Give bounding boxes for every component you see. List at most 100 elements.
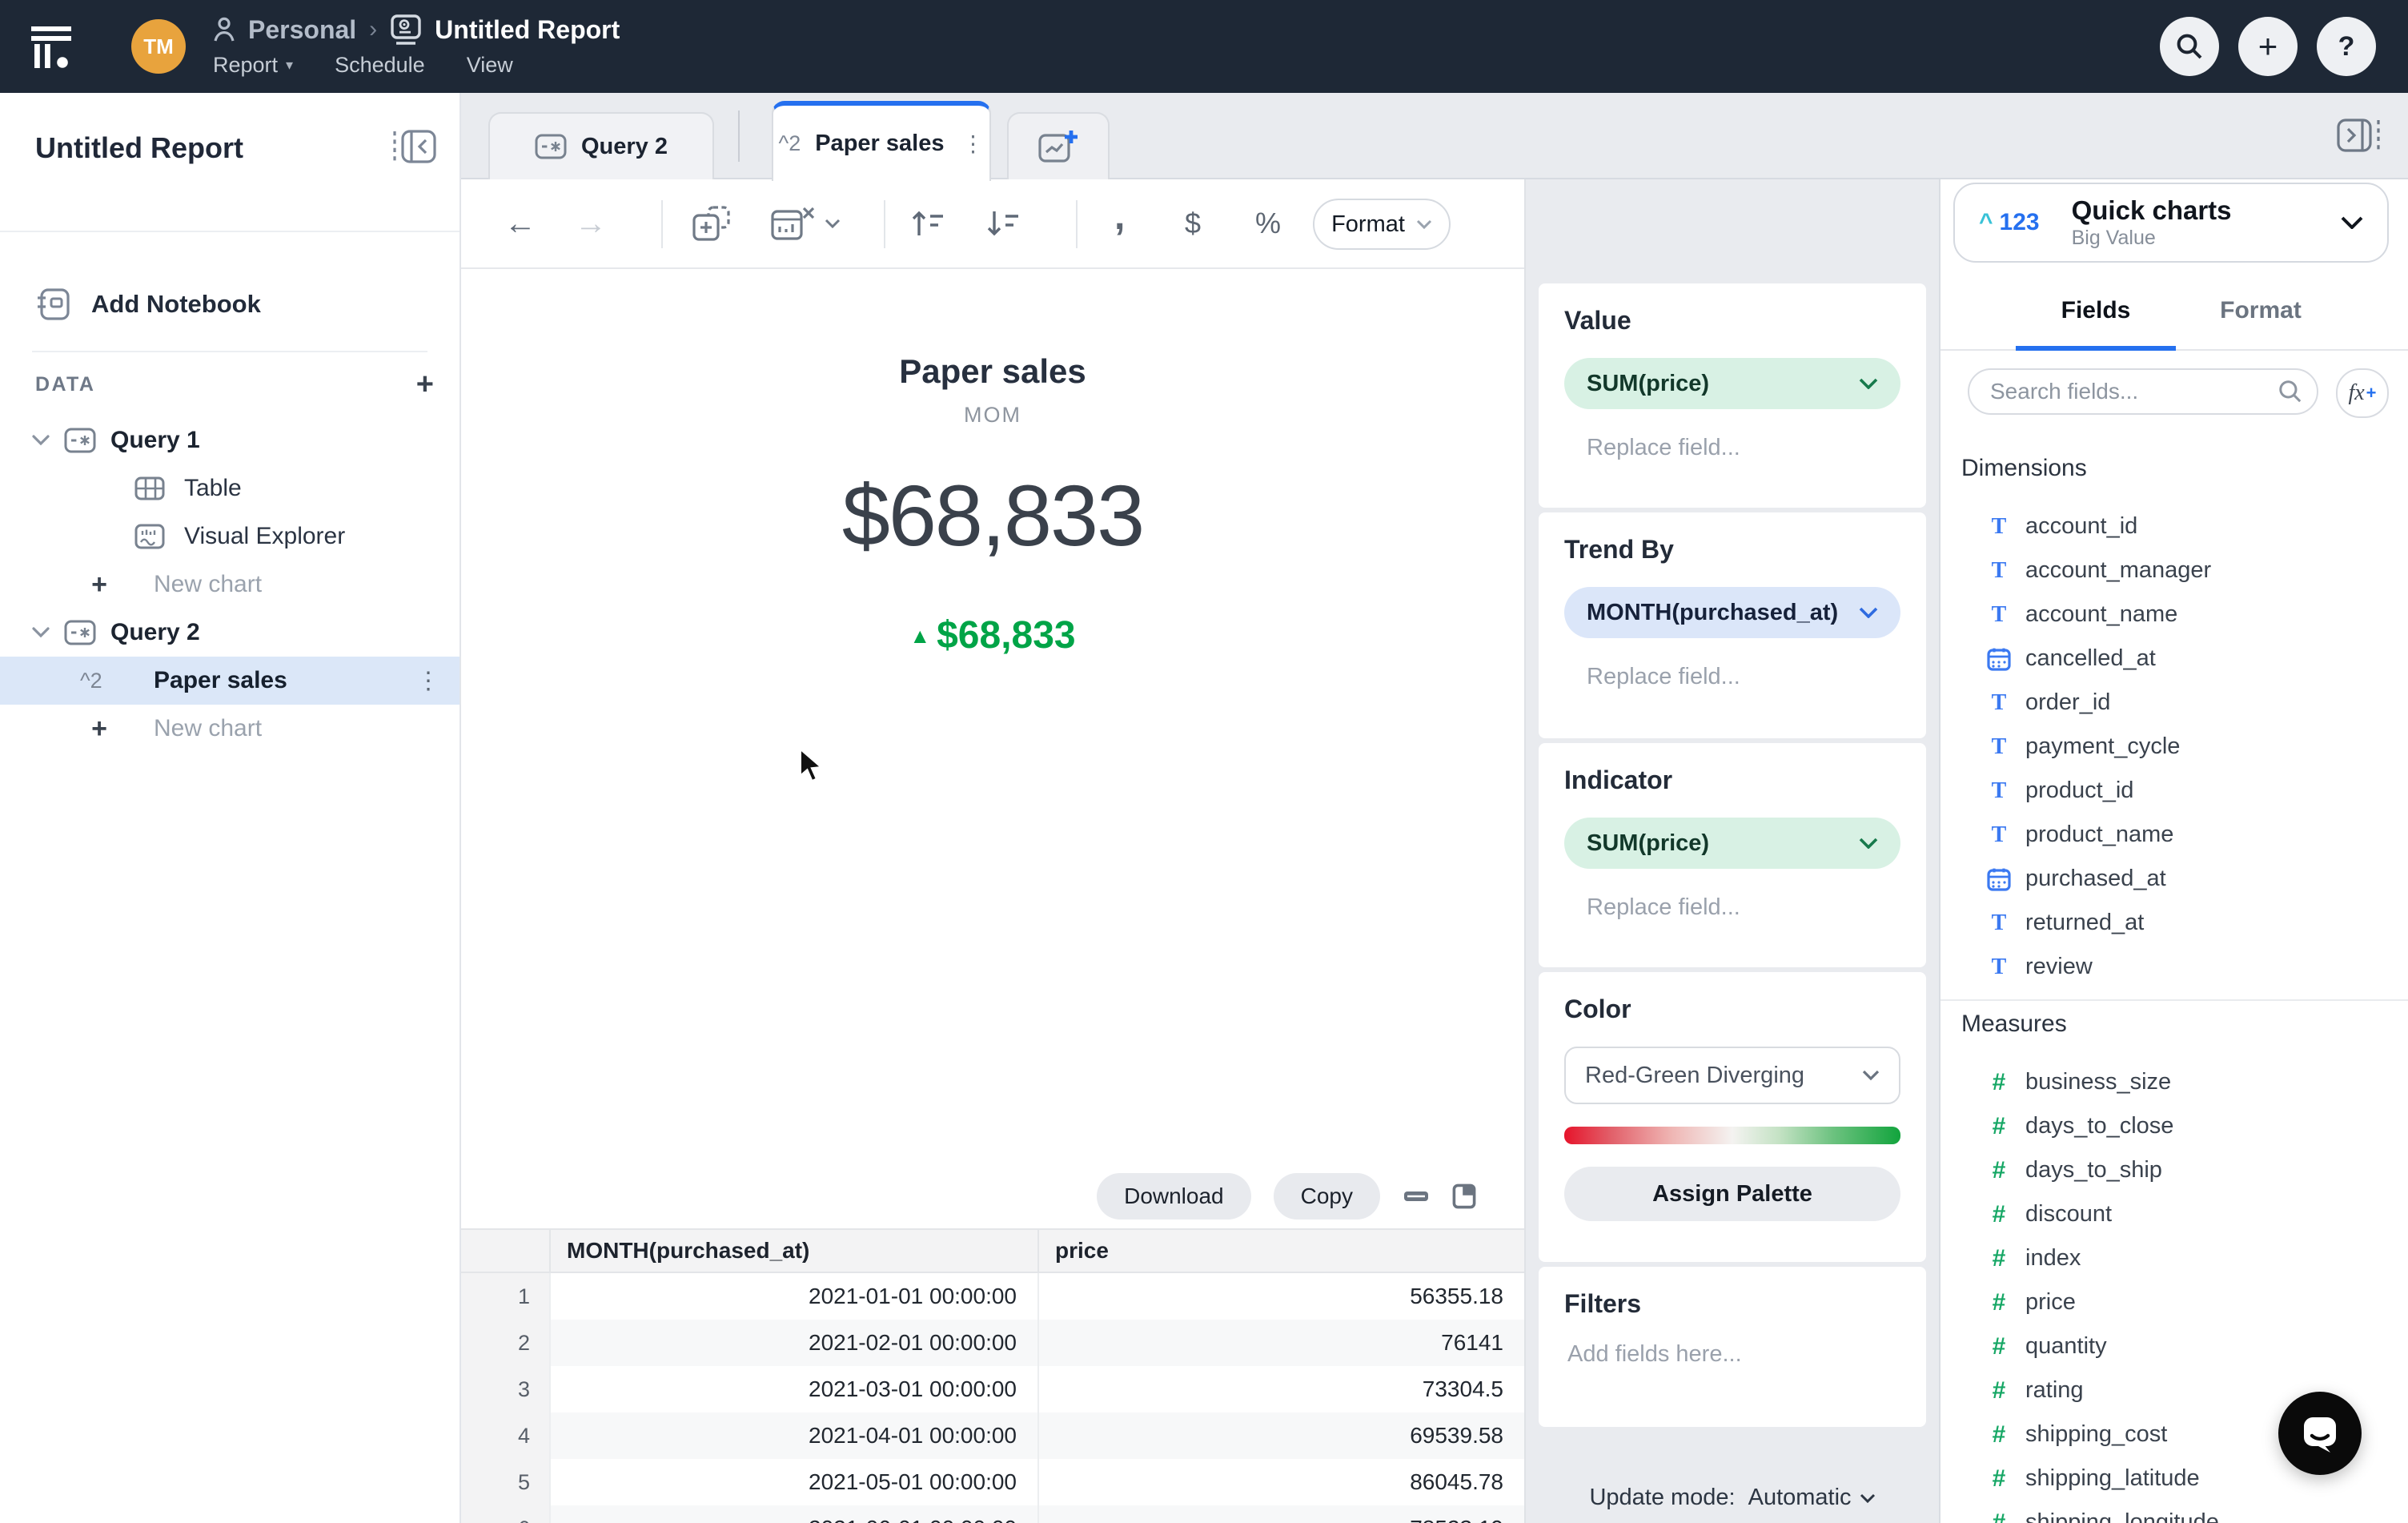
tab-query-2[interactable]: Query 2 — [488, 112, 714, 179]
tree-item-label: Query 1 — [110, 427, 200, 453]
field-item-product_name[interactable]: Tproduct_name — [1940, 813, 2408, 857]
currency-format-button[interactable]: $ — [1185, 179, 1201, 267]
field-item-business_size[interactable]: # business_size — [1940, 1060, 2408, 1104]
tab-format[interactable]: Format — [2181, 269, 2341, 349]
table-row[interactable]: 62021-06-01 00:00:0078523.19 — [461, 1505, 1524, 1523]
search-fields-input[interactable] — [1968, 368, 2318, 415]
sidebar-item-new-chart[interactable]: + New chart — [0, 561, 460, 609]
field-item-returned_at[interactable]: Treturned_at — [1940, 901, 2408, 945]
chevron-down-icon — [1859, 607, 1878, 618]
cell-month: 2021-03-01 00:00:00 — [549, 1366, 1037, 1414]
copy-button[interactable]: Copy — [1273, 1173, 1380, 1220]
add-formula-button[interactable]: fx + — [2336, 368, 2389, 418]
sidebar-item-table[interactable]: Table — [0, 464, 460, 512]
number-field-icon: # — [1992, 1376, 2006, 1404]
filters-card: Filters Add fields here... — [1539, 1267, 1926, 1427]
field-item-discount[interactable]: # discount — [1940, 1192, 2408, 1236]
tab-fields[interactable]: Fields — [2016, 269, 2176, 349]
avatar[interactable]: TM — [131, 19, 186, 74]
format-dropdown[interactable]: Format — [1313, 199, 1451, 250]
tree-item-label: Query 2 — [110, 619, 200, 645]
chat-launcher-button[interactable] — [2278, 1392, 2362, 1475]
sidebar-item-visual-explorer[interactable]: Visual Explorer — [0, 512, 460, 561]
update-mode-dropdown[interactable]: Automatic — [1748, 1485, 1876, 1511]
quick-charts-selector[interactable]: ^ 123 Quick charts Big Value — [1953, 183, 2389, 263]
value-field-pill[interactable]: SUM(price) — [1564, 358, 1900, 409]
indicator-field-pill[interactable]: SUM(price) — [1564, 818, 1900, 869]
sidebar-item-query-1[interactable]: Query 1 — [0, 416, 460, 464]
field-item-days_to_ship[interactable]: # days_to_ship — [1940, 1148, 2408, 1192]
quick-charts-subtitle: Big Value — [2071, 227, 2156, 249]
sidebar-report-title: Untitled Report — [35, 131, 243, 164]
value-replace-field[interactable]: Replace field... — [1564, 435, 1900, 461]
menu-schedule[interactable]: Schedule — [335, 53, 425, 78]
field-item-days_to_close[interactable]: # days_to_close — [1940, 1104, 2408, 1148]
filters-add-fields[interactable]: Add fields here... — [1564, 1341, 1900, 1368]
sidebar-item-paper-sales[interactable]: ^2 Paper sales ⋮ — [0, 657, 460, 705]
collapse-right-panel-button[interactable] — [2336, 117, 2382, 160]
indicator-replace-field[interactable]: Replace field... — [1564, 894, 1900, 921]
tree-item-label: Visual Explorer — [184, 523, 346, 549]
collapse-sidebar-button[interactable] — [391, 128, 437, 171]
field-item-index[interactable]: # index — [1940, 1236, 2408, 1280]
field-item-review[interactable]: Treview — [1940, 945, 2408, 989]
breadcrumb-workspace[interactable]: Personal — [248, 15, 356, 45]
question-icon: ? — [2338, 30, 2355, 62]
field-name: payment_cycle — [2025, 733, 2181, 759]
sidebar-item-new-chart[interactable]: + New chart — [0, 705, 460, 753]
field-item-cancelled_at[interactable]: cancelled_at — [1940, 637, 2408, 681]
table-row[interactable]: 2 2021-02-01 00:00:00 76141 — [461, 1320, 1524, 1368]
table-row[interactable]: 1 2021-01-01 00:00:00 56355.18 — [461, 1273, 1524, 1321]
menu-view[interactable]: View — [467, 53, 513, 78]
kebab-icon[interactable]: ⋮ — [416, 667, 440, 695]
percent-format-button[interactable]: % — [1255, 179, 1281, 267]
field-item-order_id[interactable]: Torder_id — [1940, 681, 2408, 725]
comma-format-button[interactable]: , — [1114, 179, 1125, 267]
redo-button[interactable]: → — [575, 179, 607, 267]
delta-value: ▲ $68,833 — [909, 614, 1076, 657]
field-item-account_manager[interactable]: Taccount_manager — [1940, 549, 2408, 593]
tab-paper-sales[interactable]: ^2 Paper sales ⋮ — [772, 101, 991, 181]
field-item-price[interactable]: # price — [1940, 1280, 2408, 1324]
add-data-button[interactable]: + — [416, 369, 434, 400]
report-sidebar: Untitled Report Add Notebook DATA + Quer… — [0, 93, 461, 1523]
field-item-quantity[interactable]: # quantity — [1940, 1324, 2408, 1368]
tab-kebab-icon[interactable]: ⋮ — [961, 131, 984, 157]
chevron-down-icon — [1859, 838, 1878, 849]
add-notebook-button[interactable]: Add Notebook — [0, 258, 460, 351]
cell-price: 76141 — [1037, 1320, 1524, 1368]
collapse-table-button[interactable] — [1403, 1186, 1430, 1207]
table-row[interactable]: 3 2021-03-01 00:00:00 73304.5 — [461, 1366, 1524, 1414]
help-button[interactable]: ? — [2317, 17, 2376, 76]
trend-by-replace-field[interactable]: Replace field... — [1564, 664, 1900, 690]
duplicate-chart-button[interactable] — [692, 179, 735, 267]
sidebar-item-query-2[interactable]: Query 2 — [0, 609, 460, 657]
assign-palette-button[interactable]: Assign Palette — [1564, 1167, 1900, 1221]
field-item-product_id[interactable]: Tproduct_id — [1940, 769, 2408, 813]
table-row[interactable]: 4 2021-04-01 00:00:00 69539.58 — [461, 1412, 1524, 1461]
search-button[interactable] — [2160, 17, 2219, 76]
field-item-account_name[interactable]: Taccount_name — [1940, 593, 2408, 637]
field-item-shipping_longitude[interactable]: # shipping_longitude — [1940, 1501, 2408, 1523]
new-chart-tab-button[interactable] — [1007, 112, 1110, 179]
palette-select[interactable]: Red-Green Diverging — [1564, 1047, 1900, 1104]
sort-descending-button[interactable] — [985, 179, 1021, 267]
expand-table-button[interactable] — [1452, 1183, 1476, 1209]
field-item-account_id[interactable]: Taccount_id — [1940, 504, 2408, 549]
clear-date-grouping-button[interactable] — [770, 179, 841, 267]
field-item-payment_cycle[interactable]: Tpayment_cycle — [1940, 725, 2408, 769]
trend-by-field-pill[interactable]: MONTH(purchased_at) — [1564, 587, 1900, 638]
field-item-purchased_at[interactable]: purchased_at — [1940, 857, 2408, 901]
number-field-icon: # — [1992, 1332, 2006, 1360]
row-number: 6 — [461, 1505, 549, 1523]
undo-button[interactable]: ← — [504, 179, 536, 267]
download-button[interactable]: Download — [1097, 1173, 1251, 1220]
row-number: 4 — [461, 1412, 549, 1461]
color-card: Color Red-Green Diverging Assign Palette — [1539, 972, 1926, 1262]
add-button[interactable]: + — [2238, 17, 2298, 76]
menu-report[interactable]: Report ▾ — [213, 53, 293, 78]
data-tree: Query 1 Table Visual Explorer + New chart Que… — [0, 416, 460, 753]
table-row[interactable]: 5 2021-05-01 00:00:00 86045.78 — [461, 1459, 1524, 1507]
sort-ascending-button[interactable] — [909, 179, 946, 267]
mode-logo[interactable] — [0, 22, 102, 71]
